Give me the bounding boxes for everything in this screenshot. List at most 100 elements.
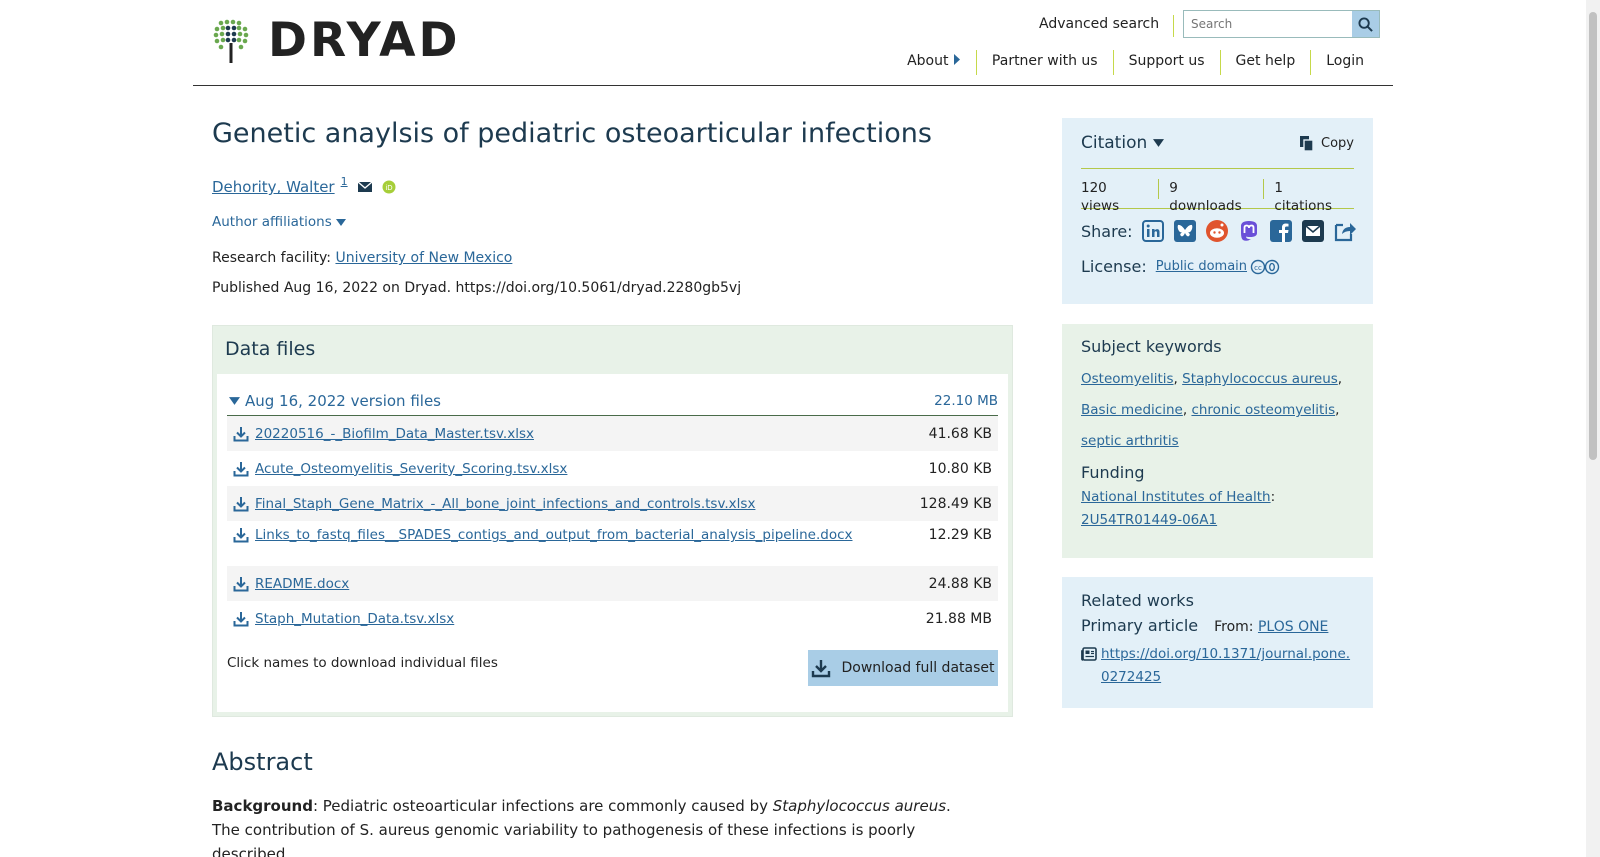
keywords-list: Osteomyelitis, Staphylococcus aureus, Ba… bbox=[1081, 371, 1343, 449]
version-label: Aug 16, 2022 version files bbox=[245, 391, 441, 410]
svg-text:iD: iD bbox=[385, 184, 392, 192]
file-name-cell: Acute_Osteomyelitis_Severity_Scoring.tsv… bbox=[233, 461, 567, 477]
file-size: 12.29 KB bbox=[928, 527, 992, 544]
nav-help[interactable]: Get help bbox=[1219, 50, 1311, 75]
advanced-search-link[interactable]: Advanced search bbox=[1039, 15, 1175, 37]
facility-link[interactable]: University of New Mexico bbox=[335, 250, 512, 266]
main-nav: About Partner with us Support us Get hel… bbox=[892, 50, 1379, 75]
nav-support[interactable]: Support us bbox=[1112, 50, 1220, 75]
share-icons bbox=[1141, 219, 1365, 243]
caret-down-icon bbox=[336, 219, 347, 227]
author-name-link[interactable]: Dehority, Walter bbox=[212, 178, 335, 196]
abstract-heading: Abstract bbox=[212, 748, 313, 777]
nav-login[interactable]: Login bbox=[1310, 50, 1379, 75]
download-icon bbox=[233, 461, 249, 477]
search-input[interactable] bbox=[1184, 11, 1353, 37]
keyword-link[interactable]: chronic osteomyelitis bbox=[1191, 402, 1335, 418]
abstract-text: Background: Pediatric osteoarticular inf… bbox=[212, 794, 952, 857]
file-download-link[interactable]: Staph_Mutation_Data.tsv.xlsx bbox=[255, 611, 454, 627]
funding-heading: Funding bbox=[1081, 463, 1145, 482]
caret-right-icon bbox=[953, 54, 960, 65]
related-doi-link[interactable]: https://doi.org/10.1371/journal.pone.027… bbox=[1101, 643, 1354, 689]
abstract-organism: Staphylococcus aureus bbox=[772, 797, 947, 816]
license-row: License: Public domain cc bbox=[1081, 257, 1354, 276]
download-icon bbox=[233, 611, 249, 627]
file-download-link[interactable]: Links_to_fastq_files__SPADES_contigs_and… bbox=[255, 527, 853, 543]
data-files-footer: Click names to download individual files… bbox=[227, 650, 998, 687]
file-row: Staph_Mutation_Data.tsv.xlsx 21.88 MB bbox=[227, 601, 998, 636]
download-full-dataset-button[interactable]: Download full dataset bbox=[808, 650, 998, 687]
file-name-cell: Staph_Mutation_Data.tsv.xlsx bbox=[233, 611, 454, 627]
file-download-link[interactable]: Acute_Osteomyelitis_Severity_Scoring.tsv… bbox=[255, 461, 567, 477]
related-doi-row: https://doi.org/10.1371/journal.pone.027… bbox=[1081, 643, 1354, 689]
citation-title: Citation bbox=[1081, 133, 1148, 153]
facebook-icon[interactable] bbox=[1269, 219, 1293, 243]
dryad-logo[interactable]: DRYAD bbox=[213, 17, 461, 64]
cc-zero-icon: cc bbox=[1250, 259, 1280, 274]
search-button[interactable] bbox=[1352, 11, 1379, 37]
file-row: 20220516_-_Biofilm_Data_Master.tsv.xlsx 4… bbox=[227, 416, 998, 452]
author-affil-number[interactable]: 1 bbox=[341, 175, 348, 188]
file-download-link[interactable]: Final_Staph_Gene_Matrix_-_All_bone_joint… bbox=[255, 496, 755, 512]
keyword-link[interactable]: Staphylococcus aureus bbox=[1182, 371, 1338, 387]
from-journal: From: PLOS ONE bbox=[1214, 619, 1328, 635]
dataset-title: Genetic anaylsis of pediatric osteoartic… bbox=[212, 118, 932, 149]
keywords-heading: Subject keywords bbox=[1081, 337, 1222, 356]
views-count: 120 views bbox=[1081, 179, 1120, 214]
keyword-link[interactable]: Basic medicine bbox=[1081, 402, 1183, 418]
file-name-cell: Links_to_fastq_files__SPADES_contigs_and… bbox=[233, 527, 853, 543]
file-download-link[interactable]: 20220516_-_Biofilm_Data_Master.tsv.xlsx bbox=[255, 426, 534, 442]
abstract-text-pre: : Pediatric osteoarticular infections ar… bbox=[312, 797, 773, 816]
journal-link[interactable]: PLOS ONE bbox=[1258, 619, 1328, 635]
citation-header: Citation Copy bbox=[1081, 130, 1354, 169]
published-info: Published Aug 16, 2022 on Dryad. https:/… bbox=[212, 280, 742, 297]
main-content: Genetic anaylsis of pediatric osteoartic… bbox=[212, 86, 1015, 857]
search-icon bbox=[1358, 16, 1373, 32]
affiliations-label: Author affiliations bbox=[212, 214, 332, 231]
primary-article-row: Primary article From: PLOS ONE bbox=[1081, 616, 1354, 635]
download-icon bbox=[233, 528, 249, 543]
reddit-icon[interactable] bbox=[1205, 219, 1229, 243]
funder-link[interactable]: National Institutes of Health bbox=[1081, 489, 1271, 505]
dataset-metrics: 120 views 9 downloads 1 citations bbox=[1081, 169, 1354, 214]
keyword-link[interactable]: Osteomyelitis bbox=[1081, 371, 1174, 387]
related-works-panel: Related works Primary article From: PLOS… bbox=[1062, 577, 1373, 708]
search-form bbox=[1183, 10, 1380, 38]
copy-label: Copy bbox=[1321, 135, 1354, 151]
scrollbar-thumb[interactable] bbox=[1589, 12, 1597, 460]
copy-icon bbox=[1300, 135, 1314, 152]
mastodon-icon[interactable] bbox=[1237, 219, 1261, 243]
copy-citation-button[interactable]: Copy bbox=[1299, 135, 1354, 152]
citation-toggle[interactable]: Citation bbox=[1081, 133, 1165, 153]
bluesky-icon[interactable] bbox=[1173, 219, 1197, 243]
file-download-link[interactable]: README.docx bbox=[255, 576, 349, 592]
author-affiliations-toggle[interactable]: Author affiliations bbox=[212, 214, 1015, 230]
license-link[interactable]: Public domain bbox=[1156, 259, 1247, 274]
grant-link[interactable]: 2U54TR01449-06A1 bbox=[1081, 512, 1217, 528]
version-toggle[interactable]: Aug 16, 2022 version files 22.10 MB bbox=[227, 386, 998, 417]
file-size: 24.88 KB bbox=[928, 575, 992, 592]
abstract-bg-label: Background bbox=[212, 797, 313, 816]
file-name-cell: 20220516_-_Biofilm_Data_Master.tsv.xlsx bbox=[233, 426, 534, 442]
caret-down-icon bbox=[229, 397, 240, 405]
share-external-icon[interactable] bbox=[1333, 219, 1357, 243]
email-icon[interactable] bbox=[357, 181, 372, 193]
nav-about-label: About bbox=[907, 53, 949, 69]
email-share-icon[interactable] bbox=[1301, 219, 1325, 243]
download-icon bbox=[812, 660, 831, 678]
keyword-link[interactable]: septic arthritis bbox=[1081, 433, 1179, 449]
author-row: Dehority, Walter 1 iD bbox=[212, 175, 1015, 196]
nav-partner[interactable]: Partner with us bbox=[975, 50, 1113, 75]
primary-article-label: Primary article bbox=[1081, 616, 1199, 635]
scrollbar[interactable] bbox=[1586, 0, 1600, 857]
article-icon bbox=[1081, 647, 1097, 661]
share-row: Share: bbox=[1081, 219, 1356, 243]
license-label: License: bbox=[1081, 257, 1147, 276]
nav-about[interactable]: About bbox=[892, 50, 976, 75]
file-row: Acute_Osteomyelitis_Severity_Scoring.tsv… bbox=[227, 451, 998, 486]
orcid-icon[interactable]: iD bbox=[382, 180, 396, 194]
data-files-heading: Data files bbox=[225, 338, 316, 361]
logo-wordmark: DRYAD bbox=[268, 13, 461, 68]
caret-down-icon bbox=[1153, 139, 1165, 147]
linkedin-icon[interactable] bbox=[1141, 219, 1165, 243]
